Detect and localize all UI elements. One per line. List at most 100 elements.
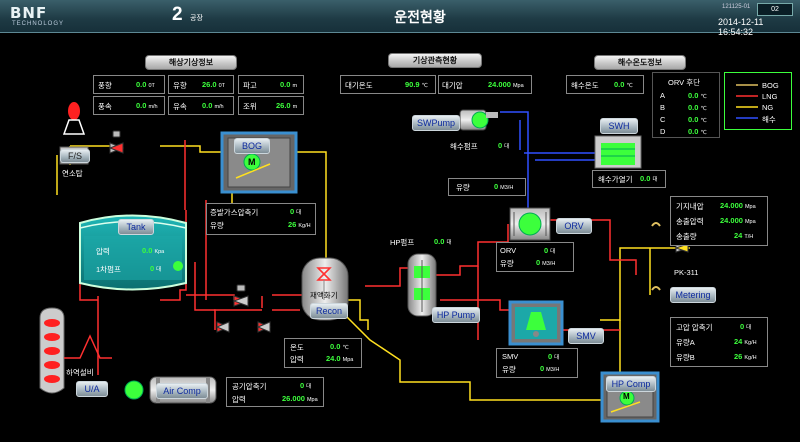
sw-flow-unit: M3/H [500,185,514,191]
smv-flow-label: 유량 [502,365,516,374]
plant-number: 2 [172,4,183,25]
base-pressure-value: 24.000 [720,201,743,210]
wind-direction-unit: 0T [148,83,155,89]
air-temp-label: 대기온도 [345,81,373,90]
orv-temp-title: ORV 후단 [668,78,701,87]
sea-temp-value: 0.0 [614,80,625,89]
orv-a-label: A [660,91,666,100]
wind-speed-label: 풍속 [98,102,112,111]
air-comp-pressure-unit: Mpa [306,397,318,403]
company-logo: BNF [10,4,48,22]
title-bar: BNF TECHNOLOGY 2 공장 운전현황 121125-01 02 20… [0,0,800,37]
current-direction-value: 26.0 [202,80,217,89]
current-speed-unit: m/h [214,104,224,110]
flare-label: 연소탑 [62,169,83,178]
orv-flow-label: 유량 [500,259,514,268]
tide-level-unit: m [292,104,298,110]
air-comp-pressure-label: 압력 [232,395,246,404]
hp-comp-flow-b-unit: Kg/H [744,355,757,361]
air-comp-count-label: 공기압축기 [232,382,267,391]
swh-button[interactable]: SWH [600,118,638,134]
orv-d-unit: ℃ [700,130,707,136]
orv-c-unit: ℃ [700,118,707,124]
orv-a-value: 0.0 [688,91,699,100]
swh-label: 해수가열기 [598,175,633,184]
orv-d-label: D [660,127,666,136]
orv-button[interactable]: ORV [556,218,592,234]
bog-compressor-button[interactable]: BOG [234,138,270,154]
recon-pressure-label: 압력 [290,355,304,364]
pk-label: PK-311 [674,268,699,277]
smv-count-label: SMV [502,352,519,361]
valve-icon [232,284,250,307]
legend-seawater: 해수 [762,115,776,124]
bog-comp-flow-value: 26 [288,220,297,229]
bog-comp-flow-label: 유량 [210,221,224,230]
wind-speed-unit: m/h [148,104,158,110]
orv-flow-value: 0 [536,258,541,267]
tank-button[interactable]: Tank [118,219,154,235]
seawater-pump-unit: 대 [504,144,510,150]
legend [724,72,792,130]
seawater-pump-value: 0 [498,141,503,150]
send-flow-label: 송출량 [676,232,697,241]
tide-level-value: 26.0 [276,101,291,110]
recon-button[interactable]: Recon [310,303,348,319]
fs-button[interactable]: F/S [60,149,90,163]
current-speed-value: 0.0 [202,101,213,110]
orv-d-value: 0.0 [688,127,699,136]
orv-count-label: ORV [500,246,517,255]
recon-pressure-unit: Mpa [342,357,354,363]
current-direction-unit: 0T [218,83,226,89]
swh-heater [594,135,642,169]
hp-pump-vessel [407,253,437,317]
base-pressure-unit: Mpa [744,204,756,210]
bog-comp-count-value: 0 [290,207,295,216]
seawater-line [500,111,600,212]
wave-height-unit: m [292,83,298,89]
flare-icon [62,102,86,135]
air-temp-unit: ℃ [421,83,428,89]
datetime: 2014-12-11 16:54:32 [718,17,764,37]
section-header-air-weather: 기상관측현황 [388,53,482,68]
legend-lng: LNG [762,92,778,101]
smv-button[interactable]: SMV [568,328,604,344]
swh-unit: 대 [652,177,658,183]
air-comp-button[interactable]: Air Comp [156,383,208,399]
hp-pump-button[interactable]: HP Pump [432,307,480,323]
swpump-button[interactable]: SWPump [412,115,460,131]
swh-value: 0.0 [640,174,651,183]
tank-pressure-value: 0.0 [142,246,153,255]
tank-pressure-unit: Kpa [154,249,165,255]
hp-pump-count-label: HP펌프 [390,238,415,247]
valve-icon [108,130,125,154]
orv-vaporizer [509,207,551,241]
ua-button[interactable]: U/A [76,381,108,397]
hp-pump-count-unit: 대 [446,240,452,246]
wind-speed-value: 0.0 [136,101,147,110]
air-comp-pressure-value: 26.000 [282,394,305,403]
orv-count-value: 0 [544,246,549,255]
send-pressure-label: 송출압력 [676,217,704,226]
base-pressure-label: 기지내압 [676,202,704,211]
hp-comp-flow-b-value: 26 [734,352,743,361]
hp-comp-flow-a-value: 24 [734,337,743,346]
metering-button[interactable]: Metering [670,287,716,303]
company-logo-sub: TECHNOLOGY [12,21,65,27]
bog-comp-flow-unit: Kg/H [298,223,311,229]
air-comp-count-unit: 대 [306,384,312,390]
system-number: 02 [757,3,793,16]
wave-height-value: 0.0 [280,80,291,89]
hp-comp-button[interactable]: HP Comp [606,376,656,392]
page-title: 운전현황 [394,9,446,25]
air-temp-value: 90.9 [405,80,420,89]
recon-temp-value: 0.0 [330,342,341,351]
hp-comp-flow-a-unit: Kg/H [744,340,757,346]
smv-flow-value: 0 [540,364,545,373]
air-pressure-unit: Mpa [512,83,524,89]
seawater-pump [459,109,498,131]
orv-b-value: 0.0 [688,103,699,112]
seawater-pump-label: 해수펌프 [450,142,478,151]
orv-b-unit: ℃ [700,106,707,112]
sea-temp-unit: ℃ [626,83,633,89]
